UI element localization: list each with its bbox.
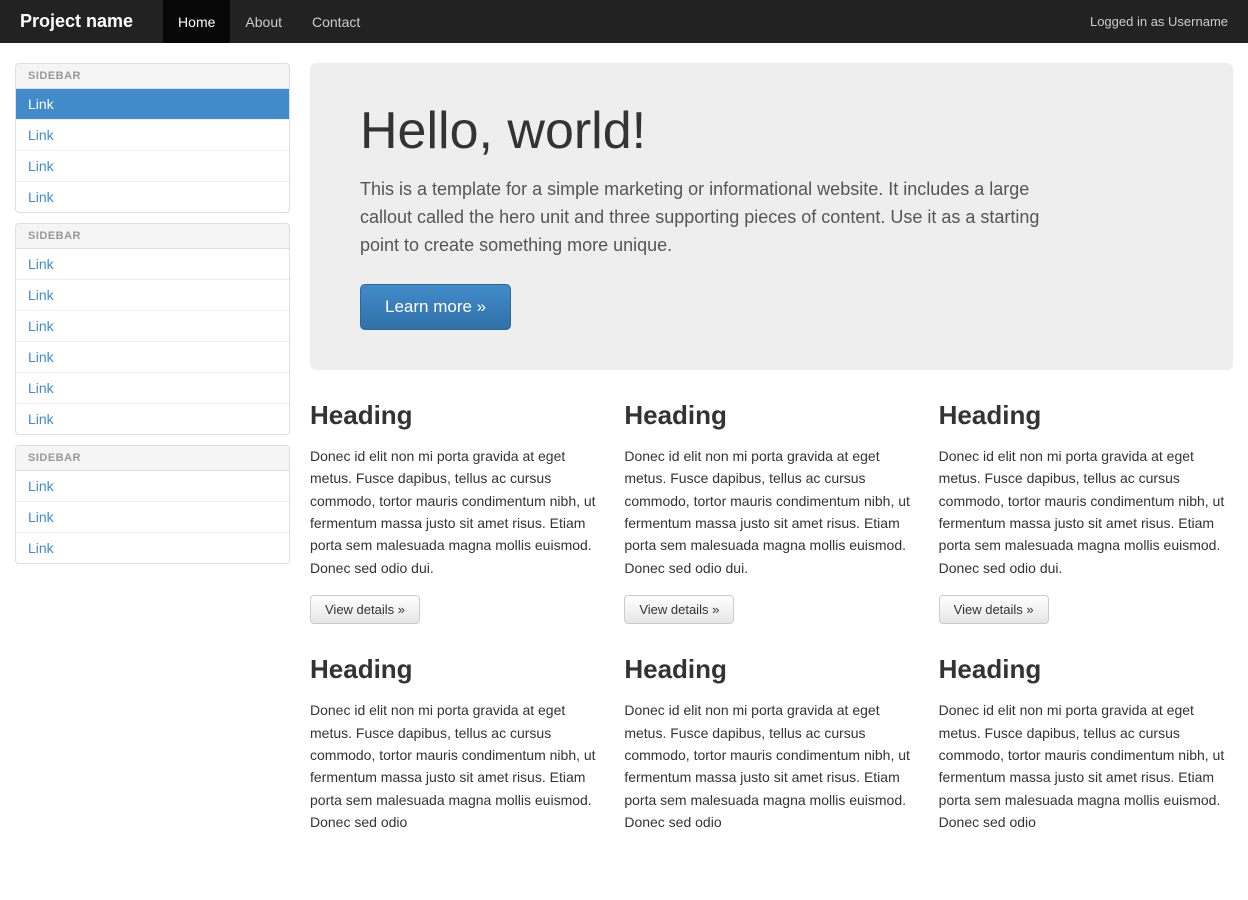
view-details-button-1-1[interactable]: View details »: [310, 595, 420, 624]
sidebar-link-1-3[interactable]: Link: [16, 151, 289, 182]
hero-description: This is a template for a simple marketin…: [360, 176, 1080, 260]
content-block-2-2: Heading Donec id elit non mi porta gravi…: [624, 654, 918, 849]
sidebar-link-2-3[interactable]: Link: [16, 311, 289, 342]
main-content: Hello, world! This is a template for a s…: [310, 63, 1233, 850]
hero-heading: Hello, world!: [360, 103, 1183, 160]
content-block-1-1: Heading Donec id elit non mi porta gravi…: [310, 400, 604, 624]
sidebar-heading-1: Sidebar: [16, 64, 289, 89]
navbar-nav: Home About Contact: [163, 0, 1090, 43]
content-body-2-3: Donec id elit non mi porta gravida at eg…: [939, 699, 1233, 833]
nav-item-home[interactable]: Home: [163, 0, 230, 43]
sidebar-section-2: Sidebar Link Link Link Link Link Link: [15, 223, 290, 435]
nav-item-contact[interactable]: Contact: [297, 0, 375, 43]
content-body-1-2: Donec id elit non mi porta gravida at eg…: [624, 445, 918, 579]
sidebar-section-1: Sidebar Link Link Link Link: [15, 63, 290, 213]
sidebar-link-2-4[interactable]: Link: [16, 342, 289, 373]
content-heading-2-1: Heading: [310, 654, 604, 685]
sidebar-heading-2: Sidebar: [16, 224, 289, 249]
content-body-1-3: Donec id elit non mi porta gravida at eg…: [939, 445, 1233, 579]
navbar-brand[interactable]: Project name: [20, 11, 133, 32]
content-grid-row-1: Heading Donec id elit non mi porta gravi…: [310, 400, 1233, 624]
sidebar-link-2-6[interactable]: Link: [16, 404, 289, 434]
content-heading-1-2: Heading: [624, 400, 918, 431]
nav-link-home[interactable]: Home: [163, 0, 230, 43]
content-block-1-2: Heading Donec id elit non mi porta gravi…: [624, 400, 918, 624]
view-details-button-1-2[interactable]: View details »: [624, 595, 734, 624]
sidebar-link-3-2[interactable]: Link: [16, 502, 289, 533]
content-block-1-3: Heading Donec id elit non mi porta gravi…: [939, 400, 1233, 624]
view-details-button-1-3[interactable]: View details »: [939, 595, 1049, 624]
sidebar-link-2-5[interactable]: Link: [16, 373, 289, 404]
nav-item-about[interactable]: About: [230, 0, 297, 43]
nav-link-contact[interactable]: Contact: [297, 0, 375, 43]
content-block-2-3: Heading Donec id elit non mi porta gravi…: [939, 654, 1233, 849]
sidebar-link-2-2[interactable]: Link: [16, 280, 289, 311]
content-body-1-1: Donec id elit non mi porta gravida at eg…: [310, 445, 604, 579]
sidebar-link-3-3[interactable]: Link: [16, 533, 289, 563]
content-heading-2-3: Heading: [939, 654, 1233, 685]
hero-unit: Hello, world! This is a template for a s…: [310, 63, 1233, 370]
content-body-2-2: Donec id elit non mi porta gravida at eg…: [624, 699, 918, 833]
content-heading-2-2: Heading: [624, 654, 918, 685]
sidebar-link-2-1[interactable]: Link: [16, 249, 289, 280]
logged-in-user: Logged in as Username: [1090, 14, 1228, 29]
sidebar-heading-3: Sidebar: [16, 446, 289, 471]
content-grid-row-2: Heading Donec id elit non mi porta gravi…: [310, 654, 1233, 849]
sidebar: Sidebar Link Link Link Link Sidebar Link…: [15, 63, 290, 850]
sidebar-section-3: Sidebar Link Link Link: [15, 445, 290, 564]
sidebar-link-1-4[interactable]: Link: [16, 182, 289, 212]
sidebar-link-1-1[interactable]: Link: [16, 89, 289, 120]
content-block-2-1: Heading Donec id elit non mi porta gravi…: [310, 654, 604, 849]
navbar: Project name Home About Contact Logged i…: [0, 0, 1248, 43]
content-heading-1-1: Heading: [310, 400, 604, 431]
sidebar-link-3-1[interactable]: Link: [16, 471, 289, 502]
nav-link-about[interactable]: About: [230, 0, 297, 43]
sidebar-link-1-2[interactable]: Link: [16, 120, 289, 151]
page-container: Sidebar Link Link Link Link Sidebar Link…: [0, 43, 1248, 870]
learn-more-button[interactable]: Learn more »: [360, 284, 511, 330]
content-heading-1-3: Heading: [939, 400, 1233, 431]
content-body-2-1: Donec id elit non mi porta gravida at eg…: [310, 699, 604, 833]
